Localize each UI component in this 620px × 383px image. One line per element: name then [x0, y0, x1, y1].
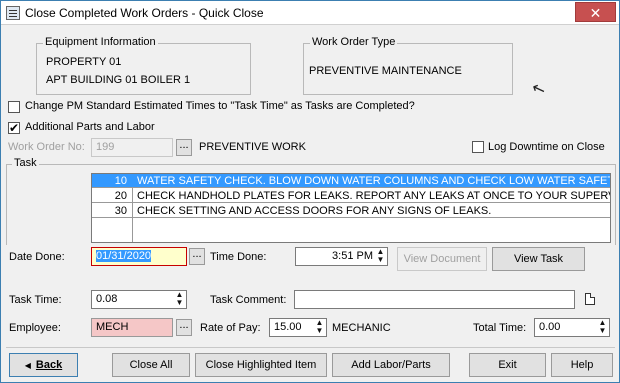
- log-downtime-label: Log Downtime on Close: [488, 141, 605, 153]
- spin-down-icon: ▼: [376, 255, 385, 264]
- close-highlighted-item-button[interactable]: Close Highlighted Item: [195, 353, 327, 377]
- work-order-type-value: PREVENTIVE MAINTENANCE: [309, 65, 462, 77]
- time-done-label: Time Done:: [210, 251, 267, 263]
- add-labor-parts-button[interactable]: Add Labor/Parts: [332, 353, 450, 377]
- change-pm-times-checkbox[interactable]: [8, 101, 20, 113]
- app-icon: [6, 6, 20, 20]
- work-order-number-label: Work Order No:: [8, 141, 85, 153]
- exit-button[interactable]: Exit: [469, 353, 546, 377]
- trade-text: MECHANIC: [332, 322, 391, 334]
- work-order-description: PREVENTIVE WORK: [199, 141, 306, 153]
- close-window-button[interactable]: ✕: [575, 2, 616, 22]
- date-picker-button[interactable]: ...: [189, 248, 205, 265]
- task-number: 30: [114, 205, 127, 217]
- back-button-label: Back: [35, 359, 63, 371]
- rate-of-pay-spinner[interactable]: ▲ ▼: [313, 319, 326, 336]
- work-order-browse-button[interactable]: ...: [176, 139, 192, 156]
- task-comment-label: Task Comment:: [210, 294, 287, 306]
- window-title: Close Completed Work Orders - Quick Clos…: [25, 6, 264, 20]
- task-description: CHECK SETTING AND ACCESS DOORS FOR ANY S…: [137, 205, 492, 217]
- equipment-name-text: APT BUILDING 01 BOILER 1: [46, 74, 191, 86]
- task-time-label: Task Time:: [9, 294, 62, 306]
- time-done-spinner[interactable]: ▲ ▼: [374, 248, 387, 265]
- equipment-info-group: Equipment Information PROPERTY 01 APT BU…: [36, 36, 251, 95]
- rate-of-pay-label: Rate of Pay:: [200, 322, 261, 334]
- quick-close-window: Close Completed Work Orders - Quick Clos…: [0, 0, 620, 383]
- equipment-info-legend: Equipment Information: [43, 36, 158, 48]
- task-comment-field[interactable]: [294, 290, 575, 309]
- task-legend: Task: [12, 157, 39, 169]
- task-number: 20: [114, 190, 127, 202]
- additional-parts-label: Additional Parts and Labor: [25, 121, 155, 133]
- task-row[interactable]: 10 WATER SAFETY CHECK. BLOW DOWN WATER C…: [92, 174, 610, 188]
- help-button[interactable]: Help: [551, 353, 613, 377]
- log-downtime-checkbox[interactable]: [472, 141, 484, 153]
- task-description: CHECK HANDHOLD PLATES FOR LEAKS. REPORT …: [137, 190, 611, 202]
- back-button[interactable]: ◀ Back: [9, 353, 78, 377]
- change-pm-times-label: Change PM Standard Estimated Times to "T…: [25, 100, 415, 112]
- task-row[interactable]: 20 CHECK HANDHOLD PLATES FOR LEAKS. REPO…: [92, 189, 611, 203]
- task-description: WATER SAFETY CHECK. BLOW DOWN WATER COLU…: [137, 175, 610, 187]
- task-row[interactable]: 30 CHECK SETTING AND ACCESS DOORS FOR AN…: [92, 204, 610, 218]
- document-icon[interactable]: [585, 293, 595, 305]
- employee-label: Employee:: [9, 322, 61, 334]
- spin-down-icon: ▼: [175, 298, 184, 307]
- work-order-type-legend: Work Order Type: [310, 36, 398, 48]
- work-order-type-group: Work Order Type PREVENTIVE MAINTENANCE: [303, 36, 513, 95]
- task-list[interactable]: 10 WATER SAFETY CHECK. BLOW DOWN WATER C…: [91, 173, 611, 243]
- spin-down-icon: ▼: [598, 326, 607, 335]
- back-arrow-icon: ◀: [24, 361, 31, 370]
- view-task-button[interactable]: View Task: [492, 247, 585, 271]
- task-number: 10: [114, 175, 127, 187]
- date-done-label: Date Done:: [9, 251, 65, 263]
- date-done-value: 01/31/2020: [96, 250, 152, 262]
- view-document-button[interactable]: View Document: [397, 247, 487, 271]
- task-time-spinner[interactable]: ▲ ▼: [173, 291, 186, 308]
- date-done-field[interactable]: 01/31/2020: [91, 247, 187, 266]
- property-text: PROPERTY 01: [46, 56, 122, 68]
- spin-down-icon: ▼: [315, 326, 324, 335]
- additional-parts-checkbox[interactable]: ✔: [8, 122, 20, 134]
- mouse-pointer-icon: ↖: [529, 79, 549, 100]
- employee-field[interactable]: MECH: [91, 318, 173, 337]
- button-bar-separator: [6, 347, 615, 348]
- total-time-spinner[interactable]: ▲ ▼: [596, 319, 609, 336]
- employee-browse-button[interactable]: ...: [176, 319, 192, 336]
- close-all-button[interactable]: Close All: [112, 353, 190, 377]
- title-bar: Close Completed Work Orders - Quick Clos…: [1, 1, 619, 25]
- work-order-number-field[interactable]: 199: [91, 138, 173, 157]
- total-time-label: Total Time:: [473, 322, 527, 334]
